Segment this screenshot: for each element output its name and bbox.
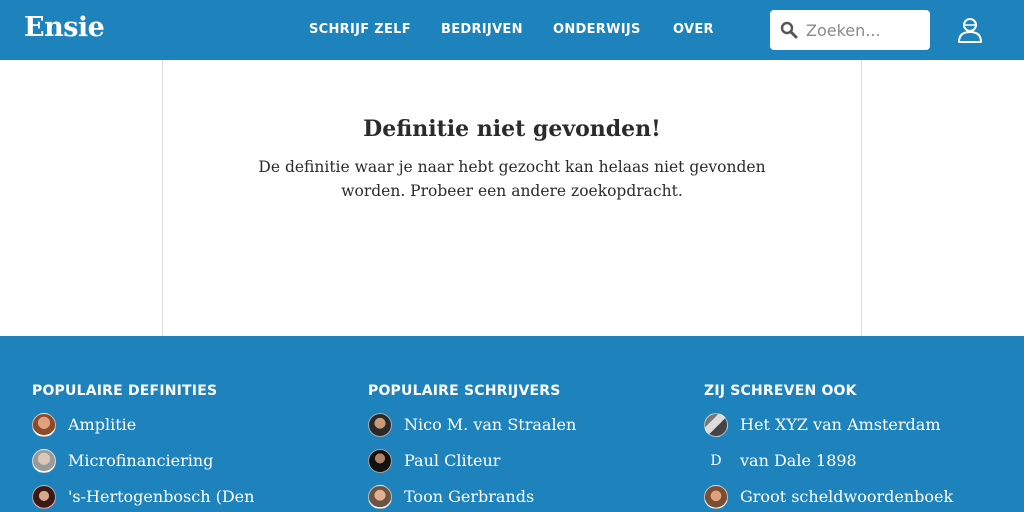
avatar bbox=[704, 413, 728, 437]
top-header: Ensie SCHRIJF ZELF BEDRIJVEN ONDERWIJS O… bbox=[0, 0, 1024, 60]
search-icon[interactable] bbox=[780, 21, 798, 39]
avatar bbox=[368, 413, 392, 437]
search-input[interactable] bbox=[806, 18, 924, 42]
nav-onderwijs[interactable]: ONDERWIJS bbox=[553, 22, 641, 37]
footer-link-paul-cliteur[interactable]: Paul Cliteur bbox=[368, 449, 688, 473]
nav-schrijf-zelf[interactable]: SCHRIJF ZELF bbox=[309, 22, 411, 37]
footer-link-xyz-amsterdam[interactable]: Het XYZ van Amsterdam bbox=[704, 413, 1024, 437]
footer-link-van-dale-1898[interactable]: D van Dale 1898 bbox=[704, 449, 1024, 473]
nav-bedrijven[interactable]: BEDRIJVEN bbox=[441, 22, 523, 37]
footer-link-groot-scheldwoordenboek[interactable]: Groot scheldwoordenboek bbox=[704, 485, 1024, 509]
footer-heading: POPULAIRE DEFINITIES bbox=[32, 383, 218, 399]
avatar bbox=[704, 485, 728, 509]
user-icon[interactable] bbox=[955, 15, 985, 45]
footer-heading: POPULAIRE SCHRIJVERS bbox=[368, 383, 561, 399]
footer-item-label: Paul Cliteur bbox=[404, 451, 501, 470]
footer-item-label: Toon Gerbrands bbox=[404, 487, 535, 506]
footer-item-label: Microfinanciering bbox=[68, 451, 214, 470]
footer-link-s-hertogenbosch[interactable]: 's-Hertogenbosch (Den bbox=[32, 485, 352, 509]
avatar bbox=[32, 413, 56, 437]
avatar bbox=[32, 449, 56, 473]
footer-item-label: Het XYZ van Amsterdam bbox=[740, 415, 941, 434]
letter-avatar: D bbox=[710, 453, 722, 469]
footer-link-toon-gerbrands[interactable]: Toon Gerbrands bbox=[368, 485, 688, 509]
page-title: Definitie niet gevonden! bbox=[363, 116, 661, 142]
footer: POPULAIRE DEFINITIES Amplitie Microfinan… bbox=[0, 336, 1024, 512]
footer-link-nico-van-straalen[interactable]: Nico M. van Straalen bbox=[368, 413, 688, 437]
footer-link-microfinanciering[interactable]: Microfinanciering bbox=[32, 449, 352, 473]
search-box[interactable] bbox=[770, 10, 930, 50]
not-found-message: De definitie waar je naar hebt gezocht k… bbox=[258, 158, 766, 200]
footer-item-label: Groot scheldwoordenboek bbox=[740, 487, 954, 506]
footer-item-label: 's-Hertogenbosch (Den bbox=[68, 487, 255, 506]
avatar bbox=[368, 449, 392, 473]
footer-item-label: Amplitie bbox=[68, 415, 137, 434]
avatar bbox=[32, 485, 56, 509]
footer-item-label: Nico M. van Straalen bbox=[404, 415, 577, 434]
avatar bbox=[368, 485, 392, 509]
ensie-logo[interactable]: Ensie bbox=[24, 12, 105, 43]
footer-link-amplitie[interactable]: Amplitie bbox=[32, 413, 352, 437]
footer-heading: ZIJ SCHREVEN OOK bbox=[704, 383, 857, 399]
nav-over[interactable]: OVER bbox=[673, 22, 714, 37]
footer-item-label: van Dale 1898 bbox=[740, 451, 857, 470]
